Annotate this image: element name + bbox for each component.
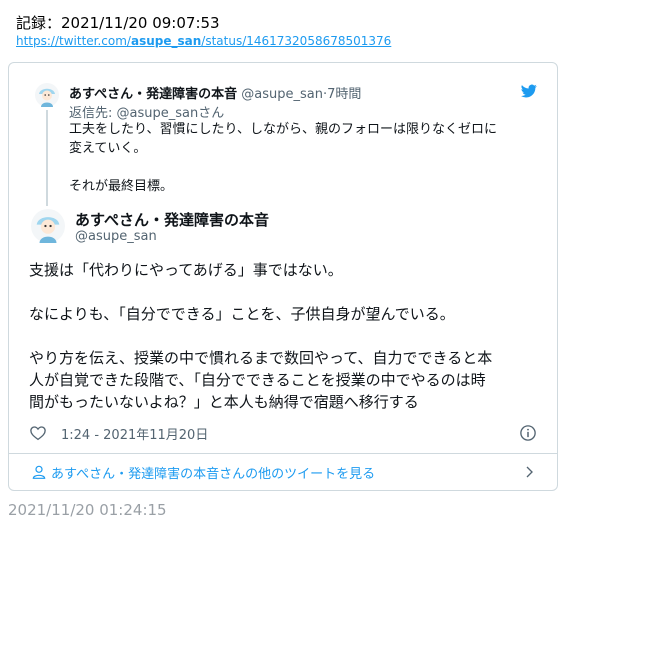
record-timestamp: 記録：2021/11/20 09:07:53: [16, 14, 220, 32]
tweet-text: 支援は「代わりにやってあげる」事ではない。 なによりも、「自分でできる」ことを、…: [29, 261, 493, 411]
avatar[interactable]: [31, 209, 65, 243]
parent-tweet-text: 工夫をしたり、習慣にしたり、しながら、親のフォローは限りなくゼロに 変えていく。…: [69, 122, 497, 194]
parent-header: あすぺさん・発達障害の本音 @asupe_san·7時間: [69, 83, 361, 102]
author-name[interactable]: あすぺさん・発達障害の本音: [75, 209, 269, 230]
person-icon: [32, 465, 46, 479]
twitter-icon[interactable]: [521, 83, 537, 99]
parent-avatar[interactable]: [35, 83, 59, 107]
parent-author-name[interactable]: あすぺさん・発達障害の本音: [69, 87, 237, 102]
link-suffix: /status/1461732058678501376: [201, 34, 392, 48]
more-tweets-link[interactable]: あすぺさん・発達障害の本音さんの他のツイートを見る: [9, 454, 557, 490]
parent-author-handle[interactable]: @asupe_san: [241, 87, 323, 102]
heart-icon[interactable]: [29, 424, 47, 442]
link-user: asupe_san: [130, 34, 202, 48]
tweet-timestamp[interactable]: 1:24 - 2021年11月20日: [61, 424, 208, 443]
footer-timestamp: 2021/11/20 01:24:15: [8, 501, 167, 519]
link-prefix: https://twitter.com/: [16, 34, 131, 48]
reply-to: 返信先: @asupe_sanさん: [69, 106, 225, 121]
parent-time[interactable]: 7時間: [327, 87, 361, 102]
author-handle[interactable]: @asupe_san: [75, 229, 157, 244]
thread-connector: [46, 110, 48, 206]
chevron-right-icon: [526, 466, 533, 478]
tweet-card: あすぺさん・発達障害の本音 @asupe_san·7時間 返信先: @asupe…: [8, 62, 558, 491]
info-icon[interactable]: [519, 424, 537, 442]
more-tweets-label: あすぺさん・発達障害の本音さんの他のツイートを見る: [51, 467, 376, 482]
source-tweet-link[interactable]: https://twitter.com/asupe_san/status/146…: [16, 34, 391, 48]
